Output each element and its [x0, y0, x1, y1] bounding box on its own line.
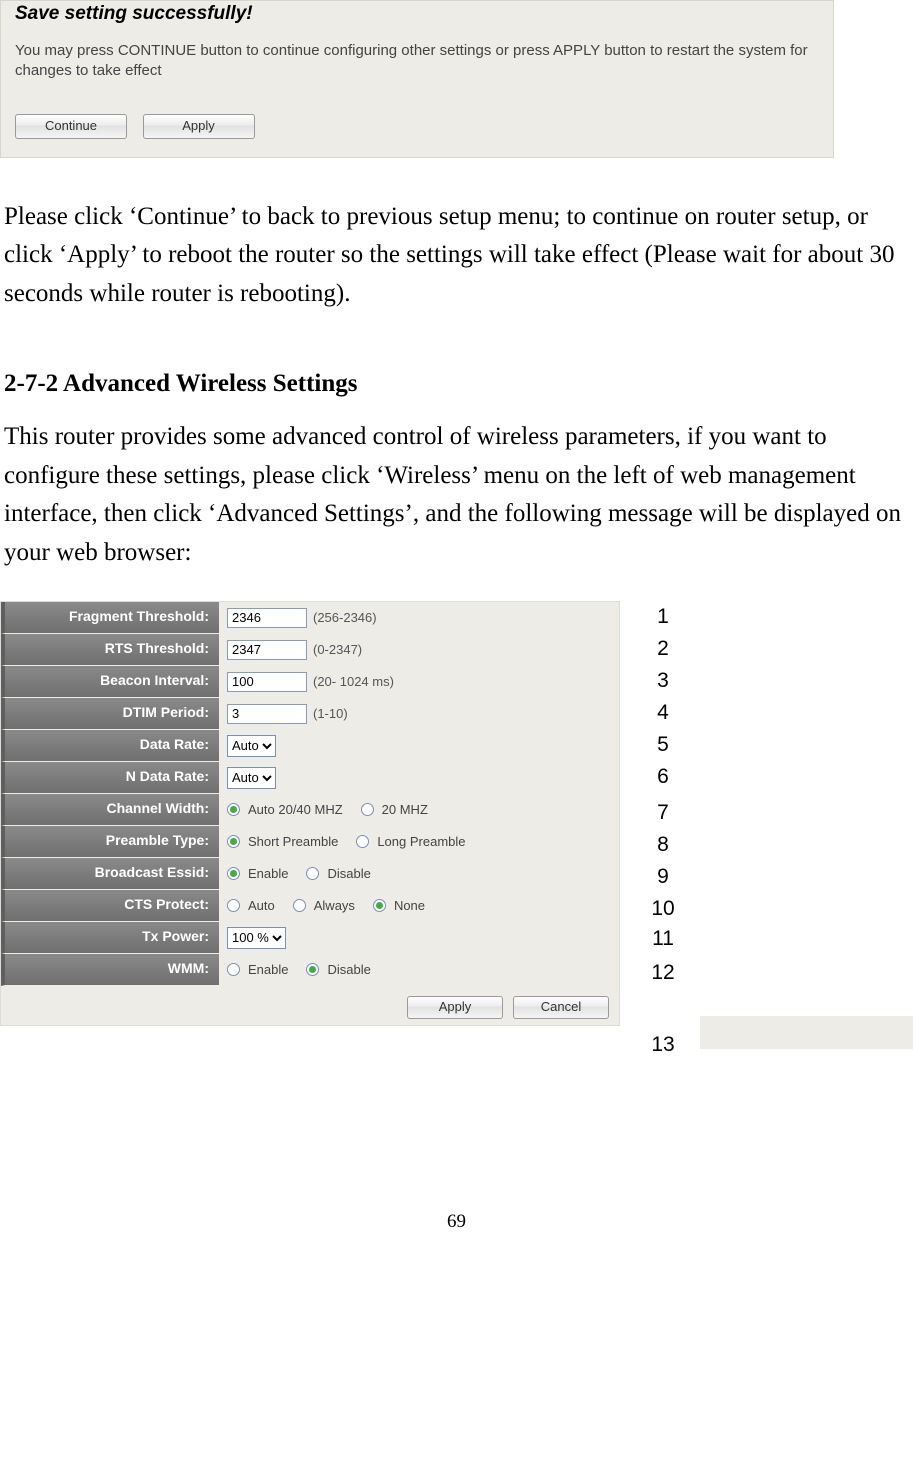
radio-label: Auto: [248, 898, 275, 913]
callout-number: 3: [648, 669, 678, 693]
hint-text: (1-10): [313, 706, 348, 721]
callout-number: 4: [648, 701, 678, 725]
callout-number: 11: [648, 927, 678, 951]
apply-button[interactable]: Apply: [143, 114, 255, 139]
save-success-dialog: Save setting successfully! You may press…: [0, 0, 834, 158]
radio-button[interactable]: [227, 867, 240, 880]
form-row-label: RTS Threshold:: [1, 634, 219, 666]
radio-button[interactable]: [306, 963, 319, 976]
form-row: N Data Rate: Auto: [1, 762, 619, 794]
hint-text: (256-2346): [313, 610, 377, 625]
form-row: RTS Threshold: (0-2347): [1, 634, 619, 666]
form-row-control: Enable Disable: [219, 858, 619, 890]
callout-number: 7: [648, 801, 678, 825]
radio-button[interactable]: [227, 899, 240, 912]
form-row: WMM: Enable Disable: [1, 954, 619, 986]
form-row: DTIM Period: (1-10): [1, 698, 619, 730]
callout-number: 6: [648, 765, 678, 789]
form-row-label: Data Rate:: [1, 730, 219, 762]
radio-button[interactable]: [227, 803, 240, 816]
form-row: Broadcast Essid: Enable Disable: [1, 858, 619, 890]
form-row-control: (256-2346): [219, 602, 619, 634]
body-paragraph-1: Please click ‘Continue’ to back to previ…: [4, 198, 909, 314]
text-input[interactable]: [227, 672, 307, 692]
radio-label: Long Preamble: [377, 834, 465, 849]
dialog-title: Save setting successfully!: [15, 3, 819, 25]
form-row-control: Auto 20/40 MHZ 20 MHZ: [219, 794, 619, 826]
form-row-label: Tx Power:: [1, 922, 219, 954]
select-input[interactable]: Auto: [227, 767, 276, 789]
text-input[interactable]: [227, 704, 307, 724]
form-row-label: N Data Rate:: [1, 762, 219, 794]
form-row-control: Auto Always None: [219, 890, 619, 922]
radio-label: Short Preamble: [248, 834, 338, 849]
form-row-control: Auto: [219, 730, 619, 762]
section-heading: 2-7-2 Advanced Wireless Settings: [4, 370, 909, 398]
form-row: Data Rate: Auto: [1, 730, 619, 762]
continue-button[interactable]: Continue: [15, 114, 127, 139]
hint-text: (0-2347): [313, 642, 362, 657]
page-number: 69: [0, 1211, 913, 1233]
radio-label: Disable: [327, 866, 370, 881]
form-row-label: Fragment Threshold:: [1, 602, 219, 634]
radio-label: Enable: [248, 866, 288, 881]
form-row: Channel Width: Auto 20/40 MHZ 20 MHZ: [1, 794, 619, 826]
form-row-label: WMM:: [1, 954, 219, 986]
callout-number: 2: [648, 637, 678, 661]
form-row: Beacon Interval: (20- 1024 ms): [1, 666, 619, 698]
callout-number: 1: [648, 605, 678, 629]
form-cancel-button[interactable]: Cancel: [513, 996, 609, 1019]
form-row-control: Enable Disable: [219, 954, 619, 986]
text-input[interactable]: [227, 640, 307, 660]
radio-button[interactable]: [373, 899, 386, 912]
select-input[interactable]: Auto: [227, 735, 276, 757]
form-row-control: (20- 1024 ms): [219, 666, 619, 698]
form-row: Preamble Type: Short Preamble Long Preambl…: [1, 826, 619, 858]
text-input[interactable]: [227, 608, 307, 628]
radio-label: Disable: [327, 962, 370, 977]
section-intro-paragraph: This router provides some advanced contr…: [4, 418, 909, 573]
form-row: Tx Power: 100 %: [1, 922, 619, 954]
form-row-label: Broadcast Essid:: [1, 858, 219, 890]
form-row-label: DTIM Period:: [1, 698, 219, 730]
radio-label: Enable: [248, 962, 288, 977]
form-row-control: Short Preamble Long Preamble: [219, 826, 619, 858]
callout-number: 9: [648, 865, 678, 889]
select-input[interactable]: 100 %: [227, 927, 286, 949]
radio-button[interactable]: [227, 835, 240, 848]
radio-button[interactable]: [306, 867, 319, 880]
callout-number: 13: [648, 1033, 678, 1057]
dialog-body-text: You may press CONTINUE button to continu…: [15, 41, 819, 82]
radio-button[interactable]: [293, 899, 306, 912]
form-row: CTS Protect: Auto Always None: [1, 890, 619, 922]
form-row-label: Channel Width:: [1, 794, 219, 826]
callout-number: 10: [648, 897, 678, 921]
form-row-control: (1-10): [219, 698, 619, 730]
callout-number: 5: [648, 733, 678, 757]
form-row-control: 100 %: [219, 922, 619, 954]
radio-button[interactable]: [361, 803, 374, 816]
radio-label: None: [394, 898, 425, 913]
form-row-control: (0-2347): [219, 634, 619, 666]
radio-button[interactable]: [227, 963, 240, 976]
form-row-label: Beacon Interval:: [1, 666, 219, 698]
radio-button[interactable]: [356, 835, 369, 848]
callout-column: 12345678910111213: [620, 601, 700, 1061]
form-row: Fragment Threshold: (256-2346): [1, 602, 619, 634]
form-row-control: Auto: [219, 762, 619, 794]
radio-label: Auto 20/40 MHZ: [248, 802, 343, 817]
radio-label: 20 MHZ: [382, 802, 428, 817]
radio-label: Always: [314, 898, 355, 913]
advanced-wireless-form: Fragment Threshold: (256-2346) RTS Thresho…: [0, 601, 620, 1026]
form-apply-button[interactable]: Apply: [407, 996, 503, 1019]
callout-number: 8: [648, 833, 678, 857]
hint-text: (20- 1024 ms): [313, 674, 394, 689]
form-row-label: Preamble Type:: [1, 826, 219, 858]
callout-number: 12: [648, 961, 678, 985]
form-row-label: CTS Protect:: [1, 890, 219, 922]
